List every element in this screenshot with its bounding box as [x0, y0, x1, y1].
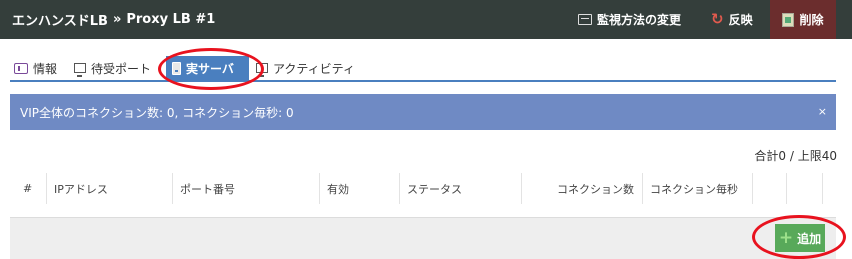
tab-real-servers-label: 実サーバ [186, 61, 234, 76]
tab-bar: 情報 待受ポート 実サーバ アクティビティ [10, 56, 836, 82]
tab-listen-port[interactable]: 待受ポート [74, 56, 151, 80]
add-button[interactable]: + 追加 [775, 224, 825, 252]
connection-info-alert: VIP全体のコネクション数: 0, コネクション毎秒: 0 × [10, 94, 836, 130]
monitor-icon [578, 14, 592, 25]
close-icon[interactable]: × [818, 105, 827, 118]
column-header-connections-per-sec: コネクション毎秒 [642, 173, 752, 204]
change-monitor-label: 監視方法の変更 [597, 13, 682, 27]
delete-icon [782, 12, 795, 27]
column-header-end [822, 173, 836, 204]
column-header-index: # [23, 182, 33, 195]
info-icon [14, 62, 28, 74]
breadcrumb-root[interactable]: エンハンスドLB [12, 10, 108, 29]
tab-listen-port-label: 待受ポート [91, 61, 152, 76]
tab-info-label: 情報 [33, 61, 58, 76]
server-icon [172, 61, 181, 75]
tab-activity[interactable]: アクティビティ [256, 56, 355, 80]
reflect-label: 反映 [728, 13, 753, 27]
monitor-icon [256, 63, 268, 77]
column-header-port: ポート番号 [172, 173, 319, 204]
table-footer: + 追加 [10, 217, 836, 259]
plus-icon: + [778, 227, 794, 248]
top-bar: エンハンスドLB » Proxy LB #1 監視方法の変更 ↻ 反映 削除 [0, 0, 852, 39]
column-header-ip: IPアドレス [46, 173, 172, 204]
add-label: 追加 [797, 231, 822, 246]
monitor-icon [74, 63, 86, 77]
column-header-connections: コネクション数 [521, 173, 642, 204]
column-header-action-1 [752, 173, 786, 204]
column-header-action-2 [786, 173, 822, 204]
column-header-enabled: 有効 [319, 173, 399, 204]
delete-button[interactable]: 削除 [770, 0, 836, 39]
alert-text: VIP全体のコネクション数: 0, コネクション毎秒: 0 [20, 105, 294, 120]
tab-info[interactable]: 情報 [14, 56, 57, 80]
refresh-icon: ↻ [711, 10, 724, 28]
breadcrumb-current: Proxy LB #1 [126, 12, 216, 27]
reflect-button[interactable]: ↻ 反映 [711, 0, 753, 39]
tab-real-servers[interactable]: 実サーバ [166, 56, 249, 80]
total-limit-summary: 合計0 / 上限40 [754, 149, 837, 163]
breadcrumb: エンハンスドLB » Proxy LB #1 [12, 0, 215, 39]
change-monitor-button[interactable]: 監視方法の変更 [578, 0, 681, 39]
tab-activity-label: アクティビティ [273, 61, 355, 76]
real-server-table: # IPアドレス ポート番号 有効 ステータス コネクション数 コネクション毎秒 [10, 173, 836, 218]
breadcrumb-separator: » [112, 12, 122, 27]
column-header-status: ステータス [399, 173, 521, 204]
delete-label: 削除 [799, 13, 824, 27]
